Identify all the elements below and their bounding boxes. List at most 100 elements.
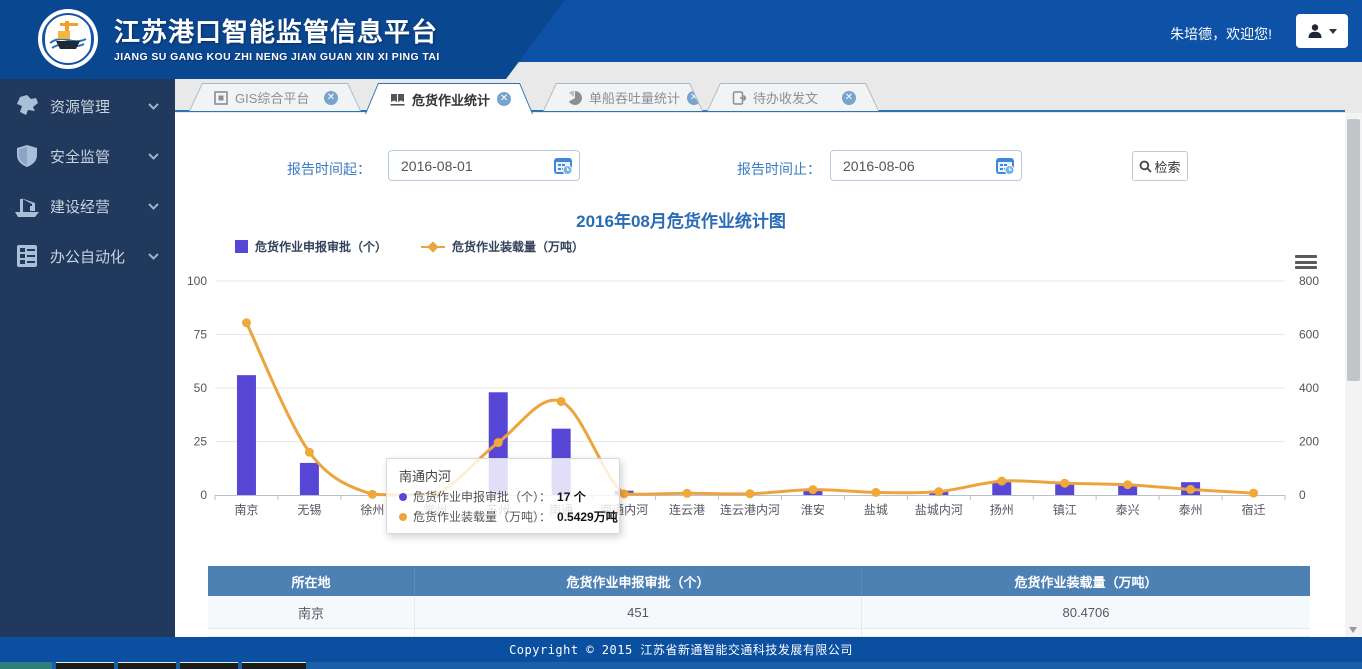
chevron-down-icon <box>148 147 159 165</box>
chart-title: 2016年08月危货作业统计图 <box>0 207 1362 232</box>
tooltip-row: 危货作业装载量（万吨）：0.5429万吨 <box>399 508 607 525</box>
close-icon[interactable]: ✕ <box>842 91 856 105</box>
line-point-南通内河[interactable] <box>620 489 629 498</box>
bar-南京[interactable] <box>237 375 256 495</box>
left-axis-tick: 100 <box>187 274 207 288</box>
line-point-连云港[interactable] <box>683 489 692 498</box>
line-point-盐城内河[interactable] <box>934 487 943 496</box>
tab-label: GIS综合平台 <box>235 88 317 107</box>
line-point-盐城[interactable] <box>871 488 880 497</box>
user-icon <box>1307 23 1323 39</box>
line-point-淮安[interactable] <box>808 485 817 494</box>
x-axis-label: 泰州 <box>1179 503 1203 517</box>
table-cell: 南京 <box>208 596 415 628</box>
sidebar-item-label: 建设经营 <box>50 196 148 217</box>
line-point-连云港内河[interactable] <box>746 489 755 498</box>
report-start-label: 报告时间起： <box>287 159 371 179</box>
tooltip-label: 危货作业申报审批（个）： <box>413 488 551 505</box>
chevron-down-icon <box>148 97 159 115</box>
series-dot-icon <box>399 513 407 521</box>
sidebar-item-label: 办公自动化 <box>50 246 148 267</box>
x-axis-label: 盐城内河 <box>915 503 963 517</box>
search-button[interactable]: 检索 <box>1132 151 1188 181</box>
left-axis-tick: 75 <box>194 328 208 342</box>
port-logo <box>36 7 100 71</box>
table-row-clipped <box>208 629 1310 637</box>
line-point-扬州[interactable] <box>997 477 1006 486</box>
series-dot-icon <box>399 493 407 501</box>
taskbar-strip <box>0 662 1362 669</box>
x-axis-label: 连云港内河 <box>720 502 780 517</box>
sidebar-item-3[interactable]: 建设经营 <box>0 189 175 223</box>
tooltip-row: 危货作业申报审批（个）： 17 个 <box>399 488 607 505</box>
bar-无锡[interactable] <box>300 463 319 495</box>
sidebar-nav: 资源管理安全监管建设经营办公自动化 <box>0 79 175 637</box>
sidebar-item-label: 资源管理 <box>50 96 148 117</box>
x-axis-label: 镇江 <box>1053 503 1077 517</box>
sidebar-item-4[interactable]: 办公自动化 <box>0 239 175 273</box>
tab-label: 单船吞吐量统计 <box>589 88 680 107</box>
scrollbar-thumb[interactable] <box>1347 119 1360 381</box>
calendar-icon[interactable] <box>553 156 573 176</box>
chevron-down-icon <box>148 197 159 215</box>
app-subtitle: JIANG SU GANG KOU ZHI NENG JIAN GUAN XIN… <box>114 51 440 63</box>
left-axis-tick: 50 <box>194 381 208 395</box>
crane-icon <box>12 193 42 219</box>
pie-icon <box>568 91 582 105</box>
line-point-南京[interactable] <box>242 318 251 327</box>
doc-icon <box>732 91 746 105</box>
right-axis-tick: 0 <box>1299 488 1306 502</box>
header-brand-wedge: 江苏港口智能监管信息平台 JIANG SU GANG KOU ZHI NENG … <box>0 0 565 79</box>
x-axis-label: 连云港 <box>669 502 705 517</box>
application-window: 江苏港口智能监管信息平台 JIANG SU GANG KOU ZHI NENG … <box>0 0 1362 669</box>
tab-label: 危货作业统计 <box>412 90 490 109</box>
report-end-label: 报告时间止： <box>737 159 821 179</box>
chevron-down-icon <box>1329 29 1337 34</box>
tooltip-title: 南通内河 <box>399 466 607 485</box>
line-point-无锡[interactable] <box>305 448 314 457</box>
line-point-泰兴[interactable] <box>1123 480 1132 489</box>
line-point-泰州[interactable] <box>1186 485 1195 494</box>
x-axis-label: 泰兴 <box>1116 503 1140 517</box>
vertical-scrollbar[interactable] <box>1345 113 1362 637</box>
line-point-镇江[interactable] <box>1060 479 1069 488</box>
list-icon <box>12 243 42 269</box>
tab-3[interactable]: 单船吞吐量统计✕ <box>543 83 703 111</box>
x-axis-label: 徐州 <box>360 502 384 517</box>
line-point-徐州[interactable] <box>368 490 377 499</box>
line-point-南通[interactable] <box>557 397 566 406</box>
close-icon[interactable]: ✕ <box>324 91 338 105</box>
line-point-宿迁[interactable] <box>1249 489 1258 498</box>
right-axis-tick: 800 <box>1299 274 1319 288</box>
tab-4[interactable]: 待办收发文 ✕ <box>707 83 879 111</box>
table-row[interactable]: 南京45180.4706 <box>208 596 1310 629</box>
tab-2[interactable]: 危货作业统计 ✕ <box>365 83 533 114</box>
tooltip-value: 17 个 <box>557 488 586 505</box>
calendar-icon[interactable] <box>995 156 1015 176</box>
scrollbar-down-arrow[interactable] <box>1349 627 1357 633</box>
sidebar-item-label: 安全监管 <box>50 146 148 167</box>
line-point-苏州[interactable] <box>494 438 503 447</box>
copyright-text: Copyright © 2015 江苏省新通智能交通科技发展有限公司 <box>509 641 853 658</box>
close-icon[interactable]: ✕ <box>497 92 511 106</box>
chevron-down-icon <box>148 247 159 265</box>
tab-1[interactable]: GIS综合平台 ✕ <box>189 83 361 111</box>
x-axis-label: 淮安 <box>801 502 825 517</box>
sidebar-item-2[interactable]: 安全监管 <box>0 139 175 173</box>
tooltip-label: 危货作业装载量（万吨）： <box>413 508 551 525</box>
user-menu-button[interactable] <box>1296 14 1348 48</box>
report-end-input[interactable] <box>830 150 1022 181</box>
left-axis-tick: 0 <box>200 488 207 502</box>
search-icon <box>1139 160 1152 173</box>
sidebar-item-1[interactable]: 资源管理 <box>0 89 175 123</box>
x-axis-label: 南京 <box>234 502 258 517</box>
bar-line-chart[interactable]: 02550751000200400600800南京无锡徐州常州苏州南通南通内河连… <box>185 250 1345 525</box>
table-header-row: 所在地危货作业申报审批（个）危货作业装载量（万吨） <box>208 566 1310 596</box>
table-header-cell: 危货作业装载量（万吨） <box>862 566 1310 596</box>
table-header-cell: 危货作业申报审批（个） <box>415 566 862 596</box>
report-start-input[interactable] <box>388 150 580 181</box>
tab-label: 待办收发文 <box>753 88 835 107</box>
x-axis-label: 无锡 <box>297 502 321 517</box>
user-greeting: 朱培德，欢迎您! <box>1170 24 1272 44</box>
data-table: 所在地危货作业申报审批（个）危货作业装载量（万吨） 南京45180.4706 <box>208 566 1310 637</box>
